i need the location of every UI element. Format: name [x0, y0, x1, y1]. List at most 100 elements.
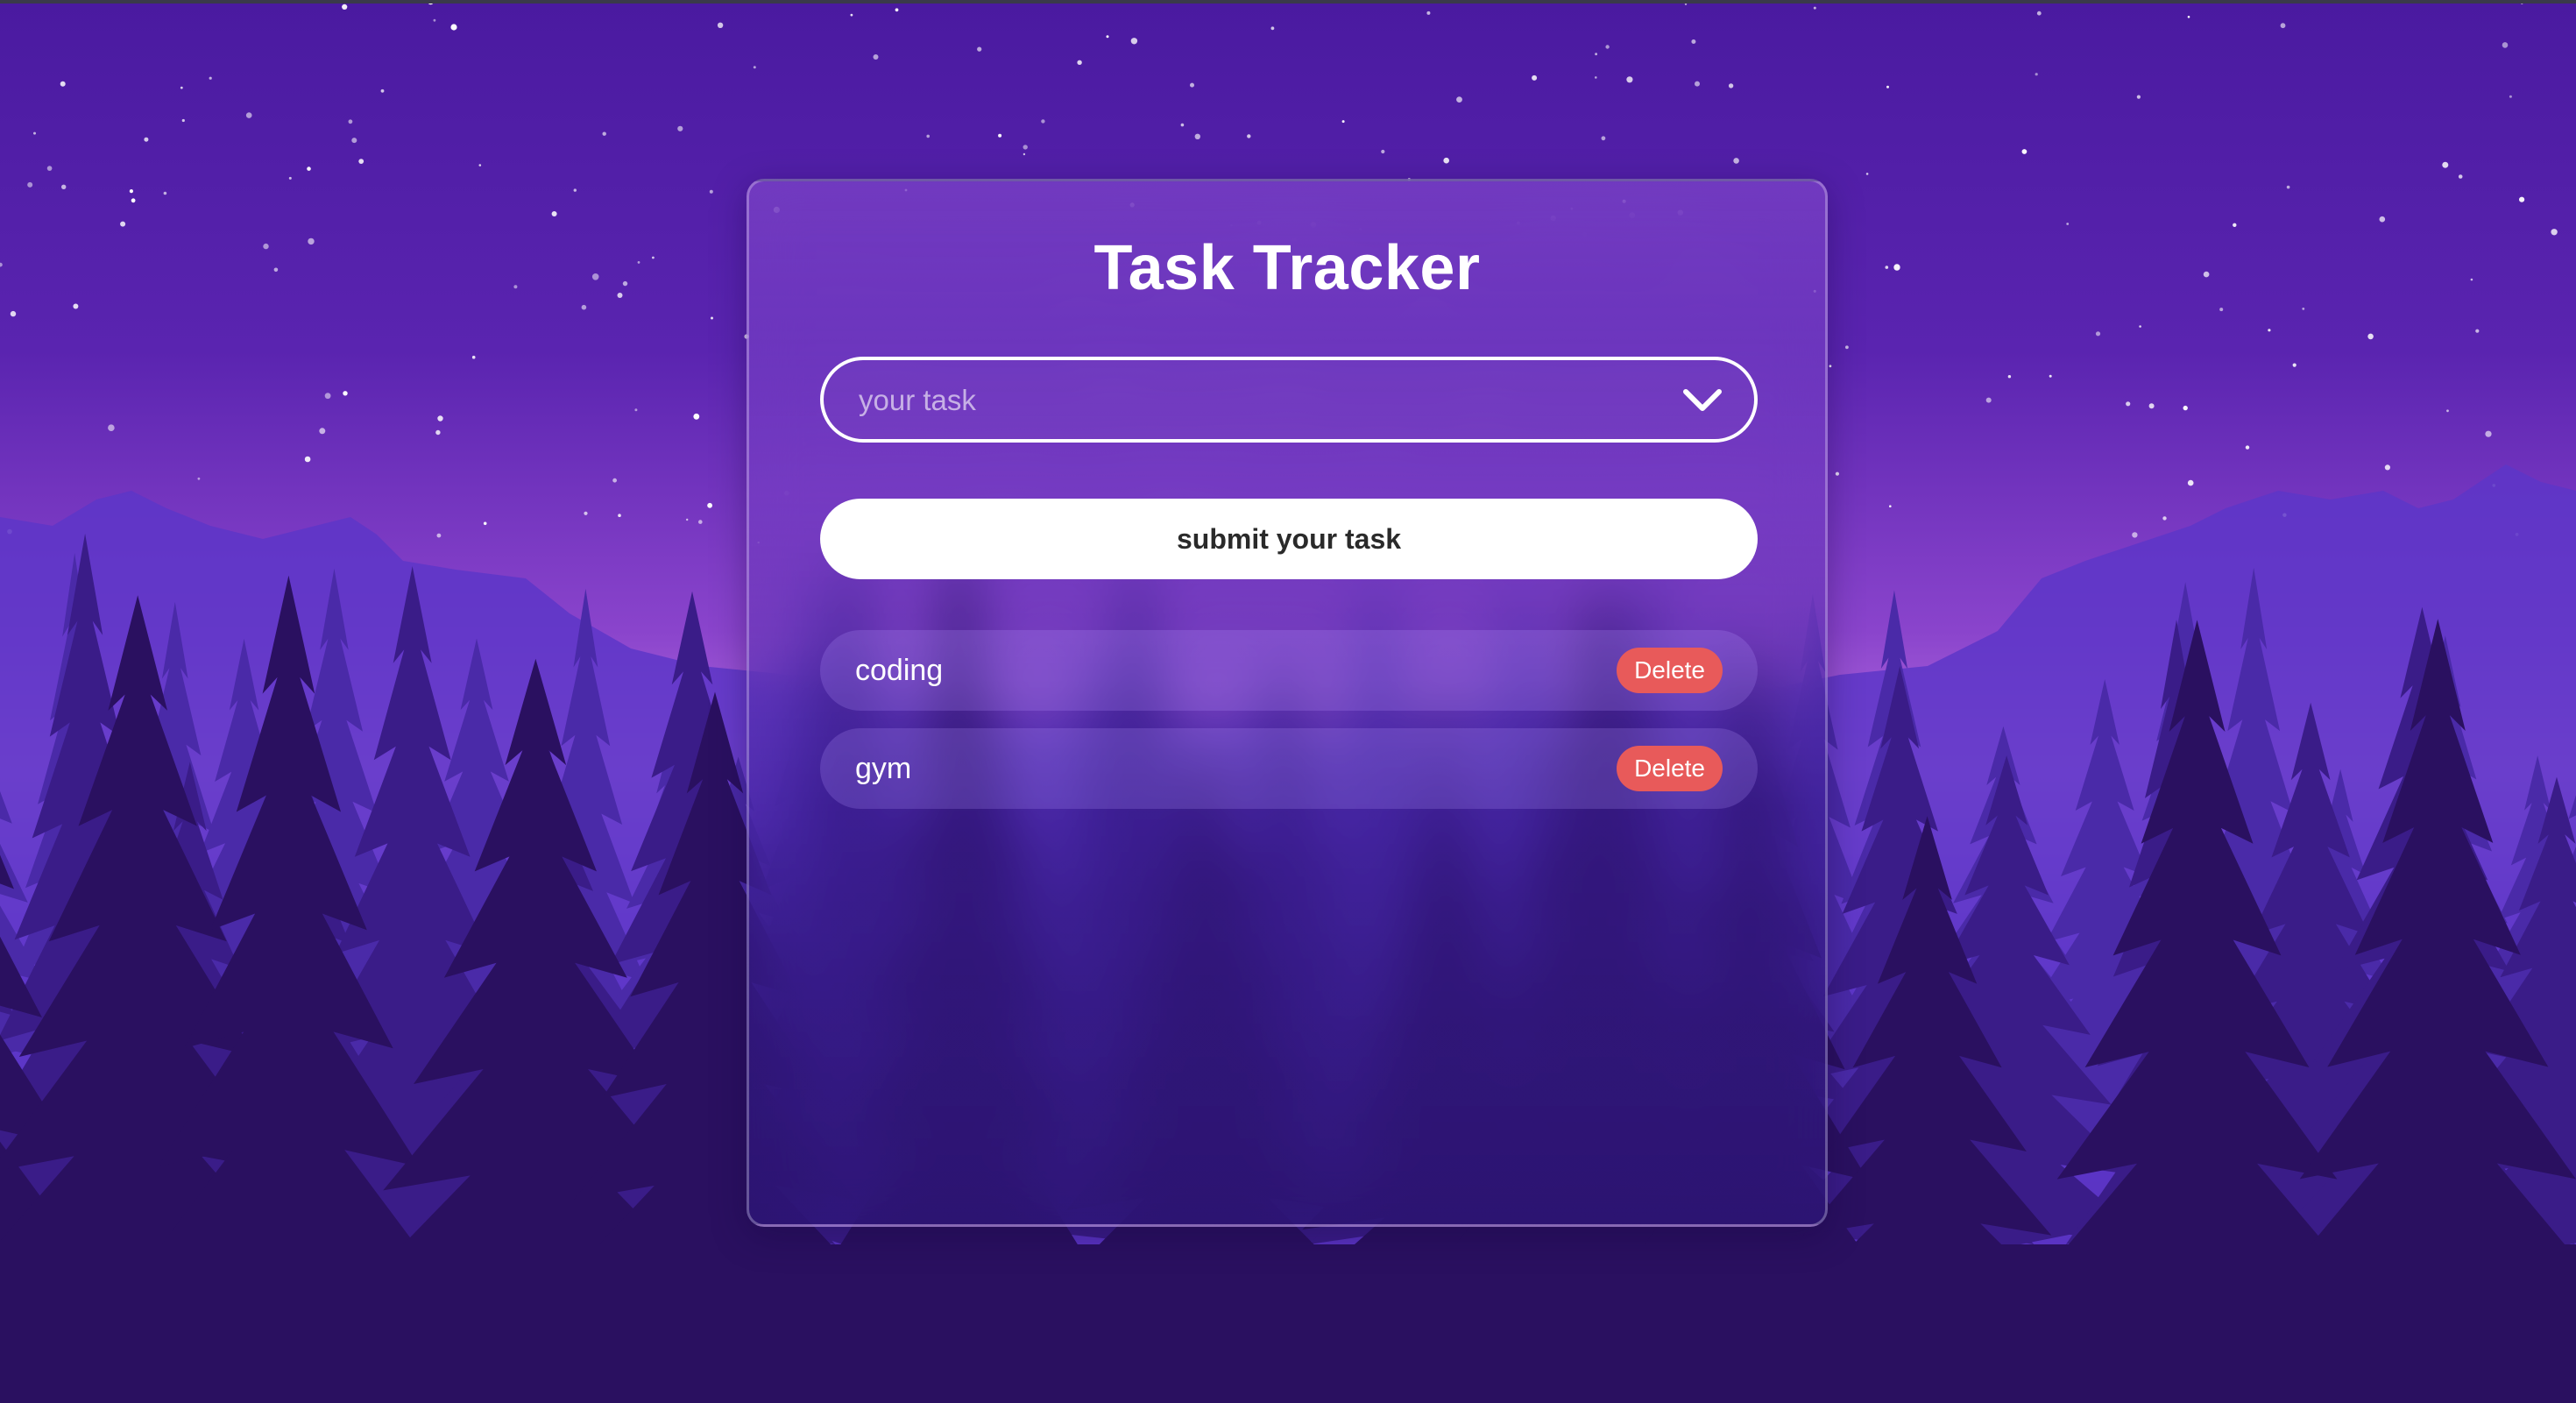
star: [2203, 271, 2210, 278]
star: [1194, 133, 1201, 139]
star: [2183, 405, 2188, 411]
star: [144, 137, 149, 142]
star: [437, 415, 443, 422]
star: [2126, 401, 2131, 407]
star: [2007, 375, 2012, 379]
star: [677, 125, 683, 131]
star: [717, 22, 724, 28]
star: [1180, 123, 1185, 127]
star: [129, 189, 133, 194]
star: [1886, 85, 1889, 89]
task-item-label: coding: [855, 654, 944, 687]
star: [436, 533, 442, 538]
star: [551, 211, 557, 216]
star: [2132, 532, 2138, 538]
star: [1728, 83, 1734, 89]
star: [61, 184, 67, 189]
star: [1190, 82, 1194, 88]
star: [1023, 152, 1026, 156]
star: [1341, 120, 1345, 124]
star: [2367, 333, 2374, 340]
star: [273, 267, 279, 273]
delete-task-button[interactable]: Delete: [1617, 746, 1723, 791]
star: [652, 256, 655, 259]
star: [308, 237, 315, 245]
star: [73, 303, 79, 309]
submit-task-button[interactable]: submit your task: [820, 499, 1758, 579]
star: [753, 66, 756, 69]
star: [342, 4, 348, 10]
task-list-item: gym Delete: [820, 728, 1758, 809]
star: [2245, 445, 2250, 450]
task-input-select[interactable]: your task: [820, 357, 1758, 443]
star: [2035, 73, 2038, 76]
star: [2280, 23, 2286, 29]
star: [1601, 136, 1606, 141]
star: [2219, 308, 2224, 312]
task-input-placeholder: your task: [859, 384, 976, 416]
star: [2187, 16, 2190, 18]
star: [1270, 26, 1275, 31]
star: [926, 134, 930, 138]
star: [304, 456, 311, 463]
star: [1041, 119, 1045, 124]
star: [197, 477, 201, 480]
star: [1985, 397, 1992, 403]
star: [998, 133, 1002, 138]
star: [1829, 365, 1832, 368]
star: [637, 261, 640, 264]
star: [2442, 161, 2449, 168]
star: [1443, 157, 1449, 164]
star: [2475, 329, 2480, 333]
star: [120, 221, 126, 227]
task-tracker-card: Task Tracker your task submit your task …: [747, 179, 1828, 1227]
star: [1426, 11, 1431, 15]
star: [612, 478, 617, 483]
star: [433, 18, 436, 22]
task-list-item: coding Delete: [820, 630, 1758, 711]
star: [1865, 173, 1869, 175]
star: [2292, 363, 2296, 367]
star: [2446, 409, 2449, 413]
delete-task-button[interactable]: Delete: [1617, 648, 1723, 693]
star: [471, 355, 476, 359]
star: [2268, 329, 2271, 332]
star: [1889, 505, 1892, 507]
task-list: coding Delete gym Delete: [820, 630, 1758, 826]
star: [2286, 185, 2290, 189]
star: [573, 188, 577, 192]
star: [343, 391, 348, 396]
window-top-edge: [0, 0, 2576, 4]
star: [1691, 39, 1696, 44]
star: [618, 514, 621, 517]
task-item-label: gym: [855, 752, 912, 785]
star: [351, 138, 357, 144]
star: [1106, 35, 1109, 39]
star: [108, 424, 115, 432]
star: [307, 167, 311, 171]
star: [2302, 308, 2305, 310]
chevron-down-icon[interactable]: [1682, 385, 1723, 416]
star: [1247, 134, 1251, 138]
star: [348, 119, 353, 124]
star: [2187, 479, 2194, 486]
star: [2148, 403, 2155, 409]
star: [698, 520, 703, 524]
star: [450, 24, 457, 31]
star: [617, 293, 623, 298]
star: [1456, 96, 1462, 103]
star: [2519, 196, 2525, 202]
star: [2379, 216, 2386, 223]
star: [2551, 229, 2558, 236]
star: [60, 81, 66, 87]
star: [1695, 81, 1700, 87]
star: [584, 511, 588, 515]
star: [602, 131, 606, 136]
star: [2233, 223, 2237, 227]
star: [181, 118, 185, 123]
star: [288, 176, 292, 180]
star: [2136, 95, 2141, 99]
star: [2162, 516, 2167, 521]
star: [180, 86, 183, 89]
star: [686, 518, 689, 521]
